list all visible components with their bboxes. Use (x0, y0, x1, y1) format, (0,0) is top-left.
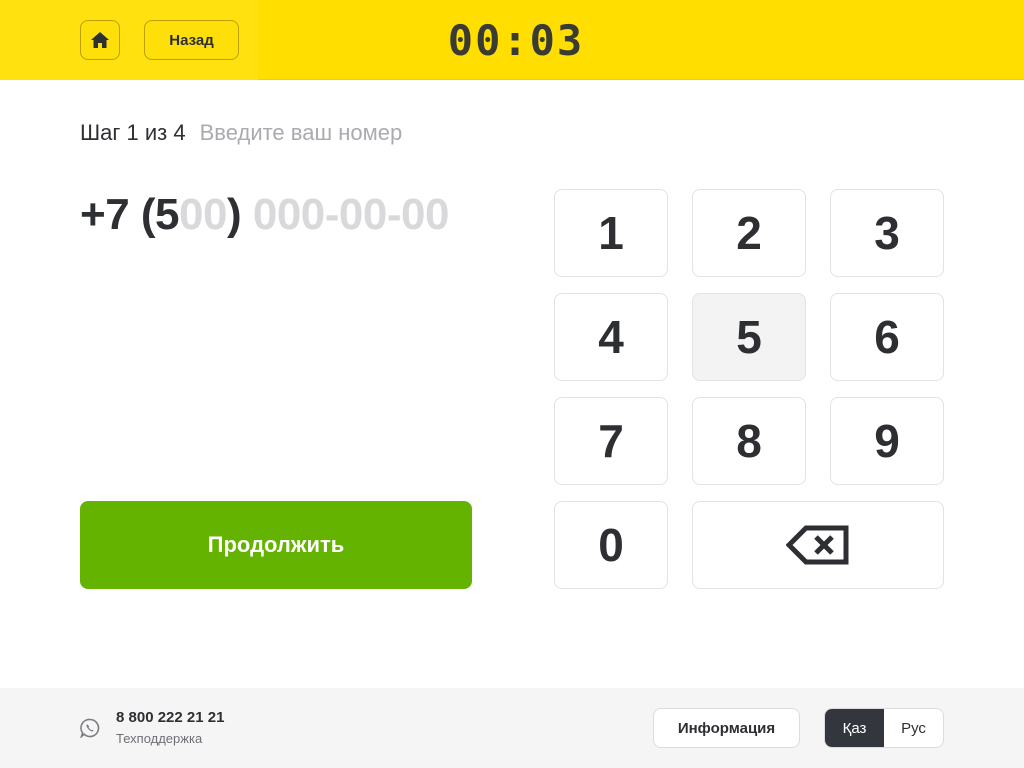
backspace-icon (786, 525, 849, 565)
key-1[interactable]: 1 (554, 189, 668, 277)
session-timer: 00:03 (447, 15, 585, 65)
step-hint: Введите ваш номер (199, 120, 403, 145)
lang-option-rus[interactable]: Рус (884, 709, 943, 747)
phone-number-display: +7 (500) 000-00-00 (80, 190, 449, 240)
key-6[interactable]: 6 (830, 293, 944, 381)
phone-close-paren: ) (226, 190, 242, 239)
key-7[interactable]: 7 (554, 397, 668, 485)
key-9[interactable]: 9 (830, 397, 944, 485)
home-icon (91, 32, 109, 48)
support-label: Техподдержка (116, 731, 203, 746)
home-button[interactable] (80, 20, 120, 60)
lang-option-kaz[interactable]: Қаз (825, 709, 884, 747)
back-button[interactable]: Назад (144, 20, 239, 60)
key-2[interactable]: 2 (692, 189, 806, 277)
phone-entered: +7 (5 (80, 190, 180, 239)
step-indicator: Шаг 1 из 4 Введите ваш номер (80, 120, 402, 146)
key-0[interactable]: 0 (554, 501, 668, 589)
header-bar: Назад 00:03 (0, 0, 1024, 80)
support-phone: 8 800 222 21 21 (116, 709, 225, 726)
language-switcher: Қаз Рус (824, 708, 944, 748)
key-8[interactable]: 8 (692, 397, 806, 485)
continue-button[interactable]: Продолжить (80, 501, 472, 589)
phone-area-placeholder: 00 (179, 190, 227, 239)
step-label: Шаг 1 из 4 (80, 120, 186, 145)
key-4[interactable]: 4 (554, 293, 668, 381)
key-5[interactable]: 5 (692, 293, 806, 381)
whatsapp-icon (80, 718, 100, 738)
phone-placeholder: 000-00-00 (241, 190, 450, 239)
info-button[interactable]: Информация (653, 708, 800, 748)
key-3[interactable]: 3 (830, 189, 944, 277)
backspace-button[interactable] (692, 501, 944, 589)
